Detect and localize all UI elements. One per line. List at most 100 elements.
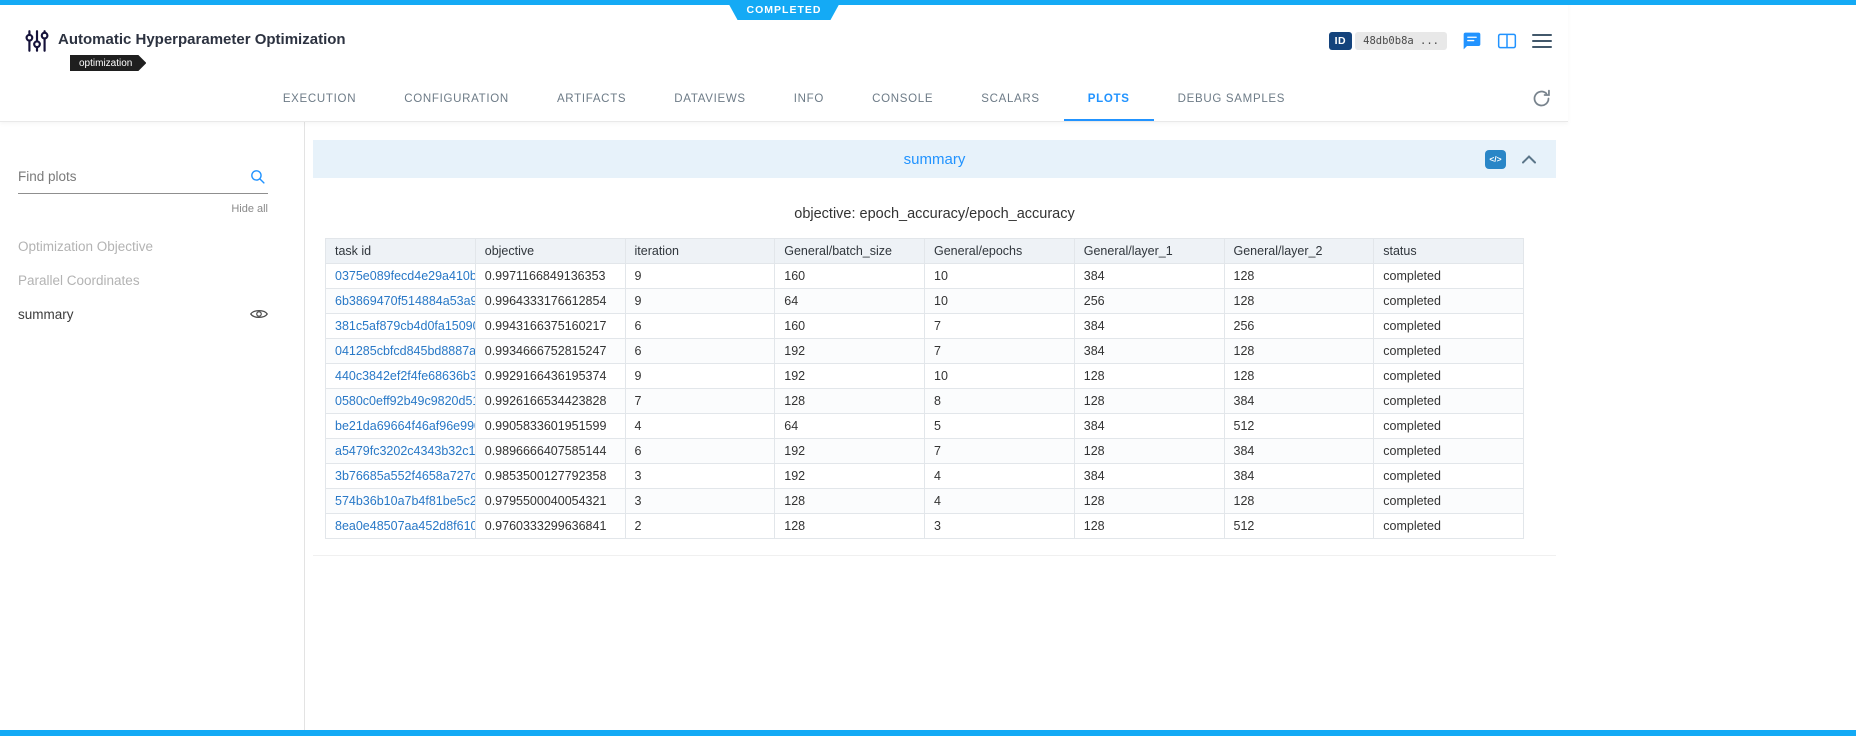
cell-status: completed bbox=[1374, 489, 1524, 514]
table-row: 440c3842ef2f4fe68636b38f0.99291664361953… bbox=[326, 364, 1524, 389]
status-ribbon: COMPLETED bbox=[727, 0, 842, 20]
tab-execution[interactable]: EXECUTION bbox=[259, 77, 380, 121]
cell-general-layer-1: 384 bbox=[1074, 264, 1224, 289]
table-row: 8ea0e48507aa452d8f610a50.976033329963684… bbox=[326, 514, 1524, 539]
cell-iteration: 2 bbox=[625, 514, 775, 539]
cell-general-batch-size: 160 bbox=[775, 264, 925, 289]
cell-status: completed bbox=[1374, 314, 1524, 339]
task-id-link[interactable]: 041285cbfcd845bd8887aa0 bbox=[326, 339, 476, 364]
chevron-up-icon[interactable] bbox=[1522, 155, 1536, 164]
id-value[interactable]: 48db0b8a ... bbox=[1355, 32, 1447, 50]
cell-objective: 0.9896666407585144 bbox=[475, 439, 625, 464]
cell-iteration: 3 bbox=[625, 464, 775, 489]
table-row: 381c5af879cb4d0fa15090910.99431663751602… bbox=[326, 314, 1524, 339]
table-row: 041285cbfcd845bd8887aa00.993466675281524… bbox=[326, 339, 1524, 364]
cell-general-epochs: 7 bbox=[925, 314, 1075, 339]
cell-objective: 0.9964333176612854 bbox=[475, 289, 625, 314]
cell-objective: 0.9971166849136353 bbox=[475, 264, 625, 289]
tab-artifacts[interactable]: ARTIFACTS bbox=[533, 77, 650, 121]
task-id-link[interactable]: be21da69664f46af96e9904 bbox=[326, 414, 476, 439]
app-window: COMPLETED Automatic Hyperparameter Optim… bbox=[0, 0, 1568, 736]
cell-objective: 0.9853500127792358 bbox=[475, 464, 625, 489]
tab-info[interactable]: INFO bbox=[770, 77, 848, 121]
cell-general-layer-1: 128 bbox=[1074, 514, 1224, 539]
hide-all-link[interactable]: Hide all bbox=[18, 203, 268, 215]
task-id-link[interactable]: 440c3842ef2f4fe68636b38f bbox=[326, 364, 476, 389]
cell-general-layer-1: 384 bbox=[1074, 339, 1224, 364]
comment-icon[interactable] bbox=[1462, 31, 1482, 51]
tabs: EXECUTIONCONFIGURATIONARTIFACTSDATAVIEWS… bbox=[259, 77, 1309, 121]
task-id-link[interactable]: 8ea0e48507aa452d8f610a5 bbox=[326, 514, 476, 539]
auto-refresh-icon[interactable] bbox=[1531, 88, 1552, 114]
main-panel-area: summary </> objective: epoch_accuracy/ep… bbox=[305, 122, 1568, 736]
cell-status: completed bbox=[1374, 464, 1524, 489]
tab-configuration[interactable]: CONFIGURATION bbox=[380, 77, 533, 121]
sidebar-item-label: Optimization Objective bbox=[18, 239, 153, 254]
cell-general-layer-2: 512 bbox=[1224, 414, 1374, 439]
sidebar-item-summary[interactable]: summary bbox=[18, 297, 268, 331]
cell-general-layer-2: 512 bbox=[1224, 514, 1374, 539]
cell-iteration: 9 bbox=[625, 289, 775, 314]
search-icon[interactable] bbox=[249, 168, 266, 190]
sidebar-item-parallel-coordinates[interactable]: Parallel Coordinates bbox=[18, 263, 268, 297]
embed-code-icon[interactable]: </> bbox=[1485, 150, 1506, 169]
experiment-id-badge: ID 48db0b8a ... bbox=[1329, 32, 1447, 50]
summary-panel-header: summary </> bbox=[313, 140, 1556, 178]
cell-general-epochs: 4 bbox=[925, 489, 1075, 514]
cell-general-layer-2: 128 bbox=[1224, 489, 1374, 514]
cell-general-layer-1: 128 bbox=[1074, 439, 1224, 464]
cell-objective: 0.9905833601951599 bbox=[475, 414, 625, 439]
cell-general-layer-2: 384 bbox=[1224, 464, 1374, 489]
menu-icon[interactable] bbox=[1532, 33, 1552, 49]
task-id-link[interactable]: a5479fc3202c4343b32c152 bbox=[326, 439, 476, 464]
id-label: ID bbox=[1329, 32, 1353, 50]
task-id-link[interactable]: 381c5af879cb4d0fa1509091 bbox=[326, 314, 476, 339]
tab-debug-samples[interactable]: DEBUG SAMPLES bbox=[1154, 77, 1310, 121]
cell-general-epochs: 10 bbox=[925, 264, 1075, 289]
cell-objective: 0.9926166534423828 bbox=[475, 389, 625, 414]
summary-table: task idobjectiveiterationGeneral/batch_s… bbox=[325, 238, 1524, 539]
cell-status: completed bbox=[1374, 289, 1524, 314]
cell-general-epochs: 7 bbox=[925, 439, 1075, 464]
eye-icon[interactable] bbox=[250, 307, 268, 321]
details-panel-icon[interactable] bbox=[1497, 32, 1517, 50]
task-id-link[interactable]: 6b3869470f514884a53a911 bbox=[326, 289, 476, 314]
cell-general-batch-size: 128 bbox=[775, 489, 925, 514]
summary-panel-body: objective: epoch_accuracy/epoch_accuracy… bbox=[313, 178, 1556, 556]
search-input[interactable] bbox=[18, 169, 238, 184]
app-logo-icon bbox=[24, 28, 50, 59]
cell-general-epochs: 7 bbox=[925, 339, 1075, 364]
cell-iteration: 4 bbox=[625, 414, 775, 439]
task-id-link[interactable]: 3b76685a552f4658a727cdd bbox=[326, 464, 476, 489]
column-header-general-layer-1: General/layer_1 bbox=[1074, 239, 1224, 264]
tab-plots[interactable]: PLOTS bbox=[1064, 77, 1154, 121]
tab-dataviews[interactable]: DATAVIEWS bbox=[650, 77, 769, 121]
task-id-link[interactable]: 574b36b10a7b4f81be5c25a bbox=[326, 489, 476, 514]
table-row: 3b76685a552f4658a727cdd0.985350012779235… bbox=[326, 464, 1524, 489]
experiment-tag[interactable]: optimization bbox=[70, 55, 146, 71]
table-row: be21da69664f46af96e99040.990583360195159… bbox=[326, 414, 1524, 439]
panel-header-icons: </> bbox=[1485, 150, 1556, 169]
cell-general-layer-2: 384 bbox=[1224, 439, 1374, 464]
sidebar-item-optimization-objective[interactable]: Optimization Objective bbox=[18, 229, 268, 263]
cell-status: completed bbox=[1374, 439, 1524, 464]
cell-general-epochs: 10 bbox=[925, 289, 1075, 314]
cell-iteration: 6 bbox=[625, 439, 775, 464]
cell-objective: 0.9943166375160217 bbox=[475, 314, 625, 339]
sidebar-item-label: Parallel Coordinates bbox=[18, 273, 140, 288]
cell-general-layer-2: 128 bbox=[1224, 364, 1374, 389]
task-id-link[interactable]: 0375e089fecd4e29a410bcf6 bbox=[326, 264, 476, 289]
tab-console[interactable]: CONSOLE bbox=[848, 77, 957, 121]
tab-scalars[interactable]: SCALARS bbox=[957, 77, 1064, 121]
cell-general-epochs: 4 bbox=[925, 464, 1075, 489]
top-accent-strip bbox=[0, 0, 1856, 5]
cell-general-layer-2: 128 bbox=[1224, 289, 1374, 314]
summary-panel: summary </> objective: epoch_accuracy/ep… bbox=[313, 140, 1556, 556]
task-id-link[interactable]: 0580c0eff92b49c9820d5124 bbox=[326, 389, 476, 414]
cell-status: completed bbox=[1374, 364, 1524, 389]
cell-general-layer-1: 128 bbox=[1074, 389, 1224, 414]
experiment-title: Automatic Hyperparameter Optimization bbox=[58, 31, 346, 48]
table-body: 0375e089fecd4e29a410bcf60.99711668491363… bbox=[326, 264, 1524, 539]
cell-general-layer-2: 128 bbox=[1224, 264, 1374, 289]
cell-status: completed bbox=[1374, 389, 1524, 414]
